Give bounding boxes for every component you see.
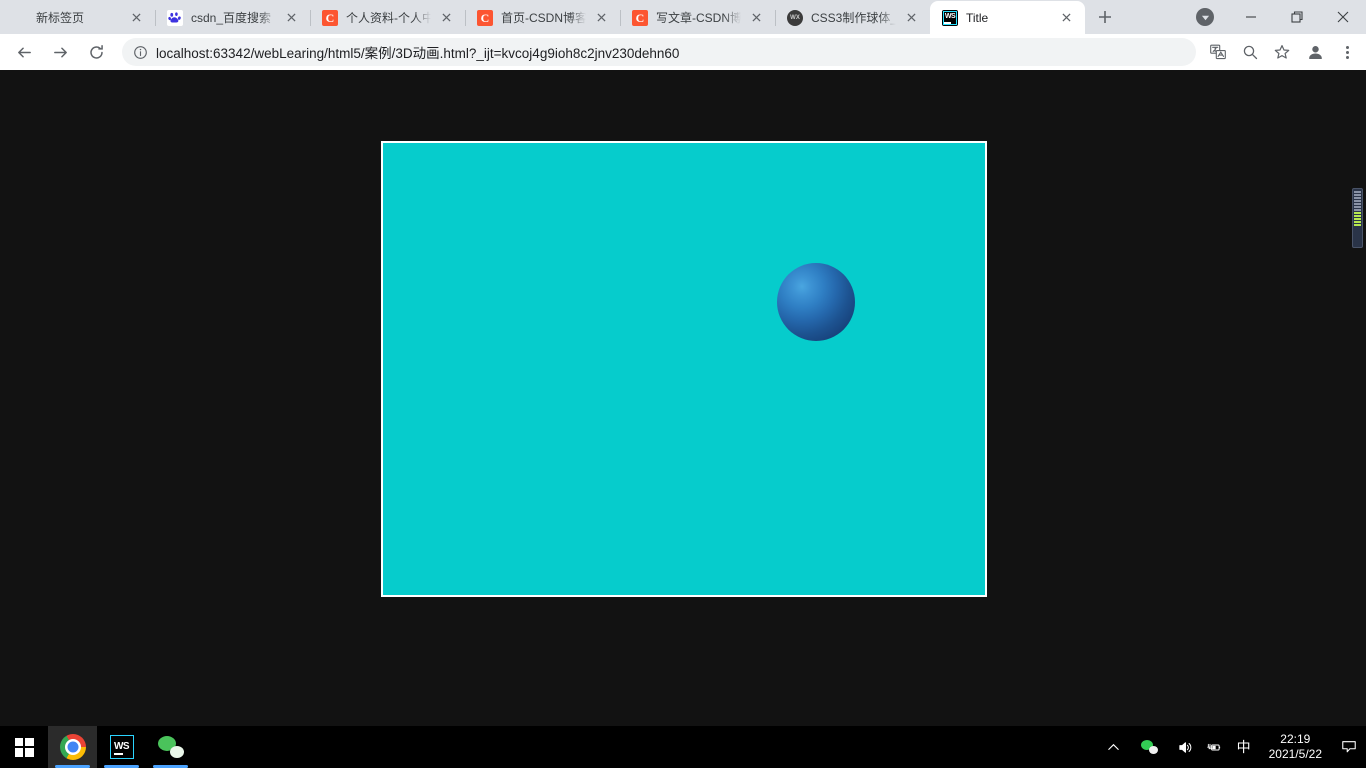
system-tray: 中 22:19 2021/5/22	[1099, 726, 1366, 768]
user-avatar-icon[interactable]	[1301, 38, 1329, 66]
webstorm-taskbar-icon[interactable]: WS	[97, 726, 146, 768]
zoom-magnifier-icon[interactable]	[1236, 38, 1264, 66]
browser-tab-5[interactable]: C 写文章-CSDN博客	[620, 1, 775, 34]
notification-icon[interactable]	[1332, 726, 1366, 768]
tab-close-button[interactable]	[437, 9, 455, 27]
windows-start-icon[interactable]	[0, 726, 48, 768]
page-viewport	[0, 70, 1366, 768]
chrome-taskbar-icon[interactable]	[48, 726, 97, 768]
ime-indicator[interactable]: 中	[1229, 737, 1259, 757]
dark-circle-icon: WX	[787, 9, 803, 26]
tab-title: 首页-CSDN博客	[501, 11, 586, 25]
new-tab-button[interactable]	[1091, 3, 1119, 31]
chrome-profile-icon[interactable]	[1182, 0, 1228, 34]
tab-title: 新标签页	[36, 11, 85, 25]
browser-tab-2[interactable]: csdn_百度搜索	[155, 1, 310, 34]
animation-stage	[381, 141, 987, 597]
url-text: localhost:63342/webLearing/html5/案例/3D动画…	[156, 46, 680, 61]
three-dot-menu-icon[interactable]	[1334, 38, 1360, 66]
tab-close-button[interactable]	[902, 9, 920, 27]
tab-close-button[interactable]	[282, 9, 300, 27]
minimize-icon[interactable]	[1228, 0, 1274, 34]
back-arrow-icon[interactable]	[9, 37, 39, 67]
tab-separator	[775, 10, 776, 26]
clock-date: 2021/5/22	[1268, 747, 1322, 761]
tab-close-button[interactable]	[1057, 9, 1075, 27]
3d-sphere	[777, 263, 855, 341]
browser-tab-1[interactable]: 新标签页	[0, 1, 155, 34]
browser-toolbar: localhost:63342/webLearing/html5/案例/3D动画…	[0, 34, 1366, 70]
tab-close-button[interactable]	[127, 9, 145, 27]
tab-title: Title	[966, 10, 989, 25]
browser-tab-3[interactable]: C 个人资料-个人中	[310, 1, 465, 34]
reload-icon[interactable]	[81, 37, 111, 67]
tab-title: 个人资料-个人中	[346, 11, 431, 25]
forward-arrow-icon[interactable]	[45, 37, 75, 67]
browser-tab-6[interactable]: WX CSS3制作球体_A	[775, 1, 930, 34]
volume-icon[interactable]	[1171, 726, 1200, 768]
webstorm-icon: WS	[942, 9, 958, 26]
browser-window: 新标签页 csdn_百度搜索 C 个人资料-个人中 C 首页-CSDN博客 C …	[0, 0, 1366, 768]
csdn-icon: C	[477, 9, 493, 26]
baidu-paw-icon	[167, 9, 183, 26]
tab-separator	[465, 10, 466, 26]
csdn-icon: C	[632, 9, 648, 26]
tab-separator	[310, 10, 311, 26]
maximize-icon[interactable]	[1274, 0, 1320, 34]
tab-close-button[interactable]	[592, 9, 610, 27]
tab-strip: 新标签页 csdn_百度搜索 C 个人资料-个人中 C 首页-CSDN博客 C …	[0, 0, 1366, 34]
taskbar-clock[interactable]: 22:19 2021/5/22	[1259, 726, 1332, 768]
tab-title: csdn_百度搜索	[191, 11, 272, 25]
tab-title: CSS3制作球体_A	[811, 11, 896, 25]
chevron-up-icon[interactable]	[1099, 726, 1128, 768]
favicon-none-icon	[12, 10, 28, 26]
wechat-taskbar-icon[interactable]	[146, 726, 195, 768]
info-circle-icon[interactable]	[132, 44, 148, 60]
window-controls	[1182, 0, 1366, 34]
clock-time: 22:19	[1280, 732, 1311, 746]
star-icon[interactable]	[1268, 38, 1296, 66]
tab-separator	[155, 10, 156, 26]
csdn-icon: C	[322, 9, 338, 26]
address-bar[interactable]: localhost:63342/webLearing/html5/案例/3D动画…	[122, 38, 1196, 66]
tab-list: 新标签页 csdn_百度搜索 C 个人资料-个人中 C 首页-CSDN博客 C …	[0, 0, 1085, 34]
scrollbar-overlay[interactable]	[1352, 188, 1363, 248]
browser-tab-4[interactable]: C 首页-CSDN博客	[465, 1, 620, 34]
tab-title: 写文章-CSDN博客	[656, 11, 741, 25]
windows-taskbar: WS 中 22:19 2021/5/22	[0, 726, 1366, 768]
battery-plug-icon[interactable]	[1200, 726, 1229, 768]
tab-close-button[interactable]	[747, 9, 765, 27]
close-icon[interactable]	[1320, 0, 1366, 34]
translate-icon[interactable]	[1204, 38, 1232, 66]
browser-tab-7-active[interactable]: WS Title	[930, 1, 1085, 34]
wechat-tray-icon[interactable]	[1128, 726, 1171, 768]
tab-separator	[620, 10, 621, 26]
